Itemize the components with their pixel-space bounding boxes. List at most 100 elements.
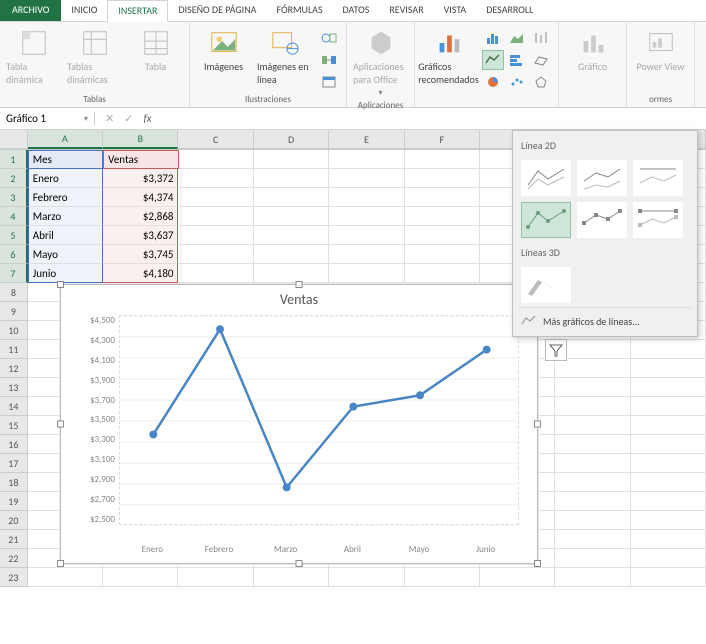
cell[interactable] (329, 568, 404, 587)
cell[interactable] (631, 492, 706, 511)
cell[interactable] (254, 568, 329, 587)
tab-view[interactable]: VISTA (434, 0, 477, 21)
cell[interactable] (178, 207, 253, 226)
cell[interactable] (631, 473, 706, 492)
rowhead-10[interactable]: 10 (0, 321, 28, 340)
fx-icon[interactable]: fx (143, 112, 151, 125)
colhead-D[interactable]: D (254, 130, 329, 149)
cell[interactable] (480, 568, 555, 587)
rowhead-3[interactable]: 3 (0, 188, 28, 207)
recommended-charts-button[interactable]: Gráficos recomendados (421, 28, 476, 86)
cell[interactable] (405, 169, 480, 188)
surface-chart-button[interactable] (530, 50, 552, 70)
cell[interactable] (329, 226, 404, 245)
line3d-option-1[interactable] (521, 267, 571, 303)
cell[interactable] (631, 416, 706, 435)
radar-chart-button[interactable] (530, 72, 552, 92)
rowhead-14[interactable]: 14 (0, 397, 28, 416)
cell[interactable] (254, 169, 329, 188)
rowhead-2[interactable]: 2 (0, 169, 28, 188)
cell[interactable] (28, 568, 103, 587)
cell[interactable] (329, 188, 404, 207)
cell[interactable] (631, 530, 706, 549)
rowhead-5[interactable]: 5 (0, 226, 28, 245)
resize-handle[interactable] (296, 560, 303, 567)
cell[interactable] (178, 568, 253, 587)
worksheet-grid[interactable]: A B C D E F G H I 1MesVentas2Enero$3,372… (0, 130, 706, 587)
cell[interactable] (405, 150, 480, 169)
cell[interactable] (178, 169, 253, 188)
tab-formulas[interactable]: FÓRMULAS (266, 0, 332, 21)
more-line-charts[interactable]: Más gráficos de líneas... (519, 307, 691, 330)
cell[interactable] (555, 568, 630, 587)
cell[interactable] (631, 435, 706, 454)
cell[interactable] (405, 245, 480, 264)
tab-developer[interactable]: DESARROLL (476, 0, 543, 21)
cell[interactable] (631, 340, 706, 359)
cell[interactable]: $3,372 (103, 169, 178, 188)
recommended-pivots-button[interactable]: Tablas dinámicas (67, 28, 122, 86)
cell[interactable]: $4,374 (103, 188, 178, 207)
cell[interactable] (178, 245, 253, 264)
screenshot-button[interactable] (318, 72, 340, 92)
pivotchart-button[interactable]: Gráfico (565, 28, 620, 73)
cell[interactable]: Abril (28, 226, 103, 245)
rowhead-23[interactable]: 23 (0, 568, 28, 587)
cell[interactable] (329, 169, 404, 188)
tab-home[interactable]: INICIO (61, 0, 107, 21)
bar-chart-button[interactable] (482, 28, 504, 48)
cell[interactable] (555, 473, 630, 492)
rowhead-20[interactable]: 20 (0, 511, 28, 530)
rowhead-21[interactable]: 21 (0, 530, 28, 549)
resize-handle[interactable] (534, 421, 541, 428)
cell[interactable]: Marzo (28, 207, 103, 226)
cell[interactable] (103, 568, 178, 587)
colhead-E[interactable]: E (329, 130, 404, 149)
rowhead-15[interactable]: 15 (0, 416, 28, 435)
rowhead-16[interactable]: 16 (0, 435, 28, 454)
cell[interactable] (555, 530, 630, 549)
rowhead-9[interactable]: 9 (0, 302, 28, 321)
colhead-B[interactable]: B (103, 130, 178, 149)
cell[interactable] (631, 549, 706, 568)
cell[interactable] (555, 397, 630, 416)
cell[interactable] (555, 492, 630, 511)
colhead-C[interactable]: C (178, 130, 253, 149)
cell[interactable] (555, 378, 630, 397)
tab-pagelayout[interactable]: DISEÑO DE PÁGINA (168, 0, 266, 21)
embedded-chart[interactable]: Ventas $4,500$4,300$4,100$3,900$3,700$3,… (60, 284, 538, 564)
rowhead-11[interactable]: 11 (0, 340, 28, 359)
pie-chart-button[interactable] (482, 72, 504, 92)
cell[interactable]: $3,637 (103, 226, 178, 245)
rowhead-6[interactable]: 6 (0, 245, 28, 264)
chart-filter-button[interactable] (545, 339, 567, 361)
name-box[interactable]: Gráfico 1 ▾ (0, 112, 95, 125)
cell[interactable] (178, 226, 253, 245)
cell[interactable]: Ventas (103, 150, 178, 169)
rowhead-4[interactable]: 4 (0, 207, 28, 226)
area-chart-button[interactable] (506, 28, 528, 48)
cell[interactable] (555, 416, 630, 435)
cell[interactable] (555, 454, 630, 473)
resize-handle[interactable] (57, 560, 64, 567)
stock-chart-button[interactable] (530, 28, 552, 48)
line2d-markers-option-3[interactable] (633, 202, 683, 238)
powerview-button[interactable]: Power View (633, 28, 688, 73)
colhead-A[interactable]: A (28, 130, 103, 149)
cell[interactable] (254, 188, 329, 207)
cell[interactable]: $2,868 (103, 207, 178, 226)
chart-plot-area[interactable] (119, 315, 519, 525)
table-button[interactable]: Tabla (128, 28, 183, 73)
cell[interactable] (631, 397, 706, 416)
rowhead-18[interactable]: 18 (0, 473, 28, 492)
images-online-button[interactable]: Imágenes en línea (257, 28, 312, 86)
line2d-markers-option-2[interactable] (577, 202, 627, 238)
cell[interactable]: Enero (28, 169, 103, 188)
cell[interactable] (329, 207, 404, 226)
cell[interactable] (178, 188, 253, 207)
resize-handle[interactable] (296, 281, 303, 288)
cell[interactable] (254, 245, 329, 264)
cancel-icon[interactable]: ✕ (105, 112, 114, 125)
cell[interactable] (329, 245, 404, 264)
cell[interactable] (405, 207, 480, 226)
